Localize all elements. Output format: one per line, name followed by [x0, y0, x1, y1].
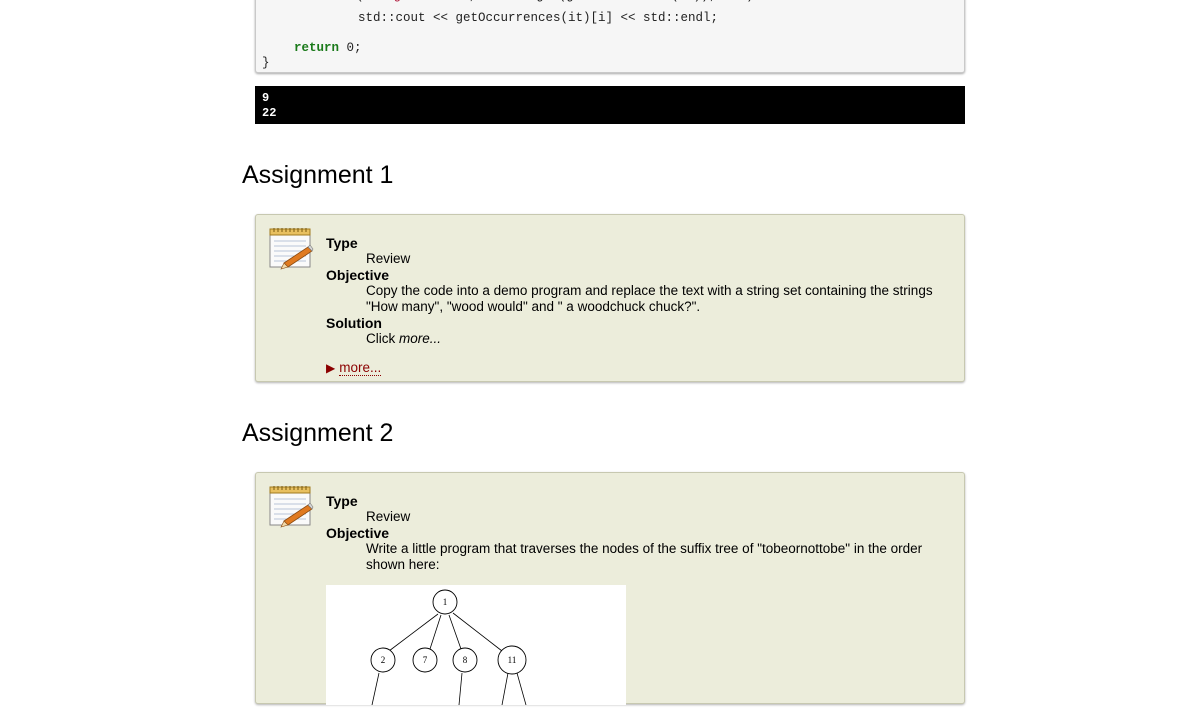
code-keyword: return [294, 41, 340, 55]
tree-edge [388, 613, 439, 652]
more-toggle[interactable]: ▶ more... [326, 360, 382, 376]
output-line: 22 [262, 106, 277, 120]
objective-value: Copy the code into a demo program and re… [366, 283, 933, 314]
tree-edge [452, 612, 503, 652]
tree-edge [448, 614, 462, 650]
code-line-cout: std::cout << getOccurrences(it)[i] << st… [358, 11, 719, 25]
tree-node-label: 1 [443, 597, 448, 607]
tree-node-label: 7 [423, 655, 428, 665]
code-line-brace: } [262, 56, 270, 70]
type-label: Type [326, 493, 358, 509]
code-keyword: for [326, 0, 349, 3]
suffix-tree-diagram: 1 2 7 8 11 [370, 589, 527, 706]
more-toggle-label: more... [339, 360, 382, 376]
assignment-1-heading: Assignment 1 [242, 161, 394, 189]
type-value: Review [366, 251, 411, 266]
objective-label: Objective [326, 267, 390, 283]
solution-label: Solution [326, 315, 382, 331]
solution-value: Click more... [366, 331, 946, 347]
program-output: 9 22 [255, 86, 965, 124]
code-type: unsigned [364, 0, 424, 3]
triangle-right-icon: ▶ [326, 361, 336, 375]
objective-label: Objective [326, 525, 390, 541]
tree-edge [371, 672, 380, 706]
code-return-value: 0; [339, 41, 362, 55]
code-line-return: return 0; [294, 41, 362, 55]
tree-edge [501, 672, 509, 706]
tree-node-label: 8 [463, 655, 468, 665]
code-block: for (unsigned i = 0; i < length(getOccur… [255, 0, 965, 73]
type-value: Review [366, 509, 411, 524]
output-line: 9 [262, 91, 270, 105]
notepad-pencil-icon [269, 228, 314, 270]
solution-more-hint: more... [399, 331, 442, 346]
tree-edge [516, 672, 527, 706]
tree-node-label: 11 [508, 655, 517, 665]
assignment-2-box: Type Review Objective Write a little pro… [255, 472, 965, 706]
assignment-2-heading: Assignment 2 [242, 419, 394, 447]
suffix-tree-figure: 1 2 7 8 11 [326, 585, 626, 706]
type-label: Type [326, 235, 358, 251]
tree-node-label: 2 [381, 655, 386, 665]
code-line-for: for (unsigned i = 0; i < length(getOccur… [326, 0, 754, 3]
notepad-pencil-icon [269, 486, 314, 528]
objective-value: Write a little program that traverses th… [366, 541, 923, 572]
tree-edge [429, 614, 442, 650]
tree-edge [458, 672, 463, 706]
assignment-1-box: Type Review Objective Copy the code into… [255, 214, 965, 382]
solution-prefix: Click [366, 331, 399, 346]
